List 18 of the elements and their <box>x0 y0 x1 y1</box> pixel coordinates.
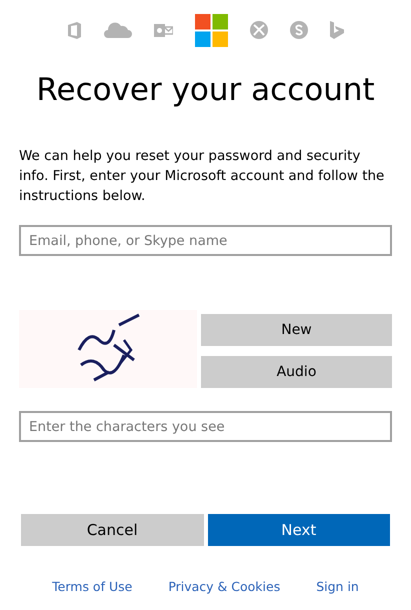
account-field[interactable]: Email, phone, or Skype name <box>19 225 392 256</box>
cancel-button[interactable]: Cancel <box>21 514 204 546</box>
next-button[interactable]: Next <box>208 514 390 546</box>
page-title: Recover your account <box>35 71 376 110</box>
arrow-logo-icon <box>330 21 344 39</box>
characters-field[interactable]: Enter the characters you see <box>19 411 392 442</box>
captcha-button[interactable]: New <box>201 314 392 346</box>
intro-text: We can help you reset your password and security info. First, enter your Microsoft account and follow the instructions below. <box>19 147 386 206</box>
captcha-button[interactable]: Audio <box>201 356 392 388</box>
cloud-icon <box>104 22 132 38</box>
footer-link[interactable]: Privacy & Cookies <box>168 578 280 597</box>
mail-icon <box>154 22 173 38</box>
s-circle-icon <box>290 21 308 39</box>
x-circle-icon <box>250 21 268 39</box>
footer-link[interactable]: Terms of Use <box>52 578 132 597</box>
door-icon <box>67 22 82 38</box>
footer-link[interactable]: Sign in <box>316 578 359 597</box>
four-squares-logo <box>195 14 228 46</box>
